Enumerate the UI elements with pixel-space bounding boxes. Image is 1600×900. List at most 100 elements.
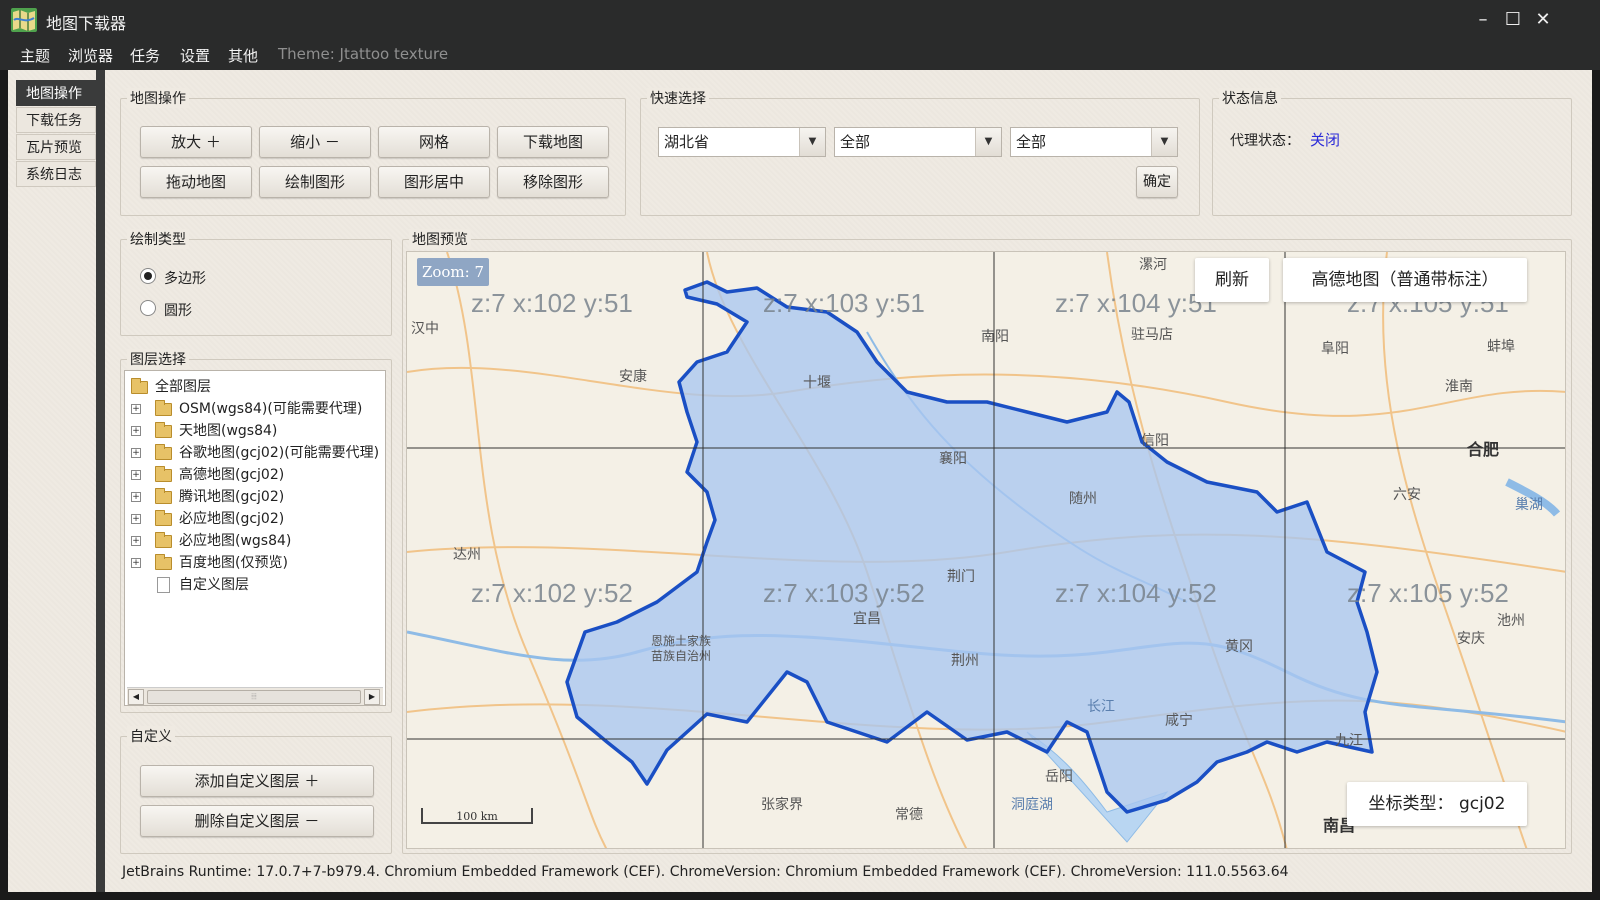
city-label: 合肥 bbox=[1467, 440, 1500, 459]
zoom-in-button[interactable]: 放大 ＋ bbox=[140, 126, 252, 158]
menu-browser[interactable]: 浏览器 bbox=[68, 45, 113, 66]
maximize-button[interactable]: ☐ bbox=[1500, 8, 1526, 32]
tab-download-tasks[interactable]: 下载任务 bbox=[16, 107, 96, 133]
minimize-button[interactable]: – bbox=[1470, 8, 1496, 32]
center-shape-button[interactable]: 图形居中 bbox=[378, 166, 490, 198]
tab-map-ops[interactable]: 地图操作 bbox=[16, 80, 96, 106]
city-label: 随州 bbox=[1069, 491, 1097, 507]
folder-open-icon bbox=[131, 378, 148, 394]
expand-icon[interactable]: + bbox=[131, 426, 141, 436]
city-label: 信阳 bbox=[1141, 433, 1169, 449]
menu-settings[interactable]: 设置 bbox=[180, 45, 210, 66]
add-custom-layer-button[interactable]: 添加自定义图层 ＋ bbox=[140, 765, 374, 797]
map-canvas[interactable]: Zoom: 7 z:7 x:102 y:51 z:7 x:103 y:51 z:… bbox=[406, 251, 1566, 849]
city-label: 六安 bbox=[1393, 487, 1421, 503]
menu-other[interactable]: 其他 bbox=[228, 45, 258, 66]
province-select[interactable]: 湖北省 ▼ bbox=[658, 127, 826, 157]
status-info-title: 状态信息 bbox=[1219, 88, 1281, 108]
menu-tasks[interactable]: 任务 bbox=[130, 45, 160, 66]
city-label: 达州 bbox=[453, 547, 481, 563]
tree-item-label: 谷歌地图(gcj02)(可能需要代理) bbox=[179, 445, 380, 461]
tile-label: z:7 x:103 y:52 bbox=[763, 578, 925, 608]
river-label: 长江 bbox=[1087, 699, 1115, 715]
close-button[interactable]: ✕ bbox=[1530, 8, 1556, 32]
district-select[interactable]: 全部 ▼ bbox=[1010, 127, 1178, 157]
coord-type-button[interactable]: 坐标类型： gcj02 bbox=[1347, 782, 1527, 826]
map-preview-title: 地图预览 bbox=[409, 229, 471, 249]
chevron-down-icon[interactable]: ▼ bbox=[1151, 128, 1177, 156]
expand-icon[interactable]: + bbox=[131, 448, 141, 458]
lake-label: 洞庭湖 bbox=[1011, 797, 1053, 813]
download-map-button[interactable]: 下载地图 bbox=[497, 126, 609, 158]
city-label: 张家界 bbox=[761, 797, 803, 813]
side-tab-bar: 地图操作 下载任务 瓦片预览 系统日志 bbox=[10, 72, 98, 187]
expand-icon[interactable]: + bbox=[131, 470, 141, 480]
city-label: 汉中 bbox=[411, 321, 439, 337]
city-label: 襄阳 bbox=[939, 451, 967, 467]
scroll-left-icon[interactable]: ◀ bbox=[128, 689, 144, 705]
drag-map-button[interactable]: 拖动地图 bbox=[140, 166, 252, 198]
expand-icon[interactable]: + bbox=[131, 514, 141, 524]
folder-icon bbox=[155, 444, 172, 460]
grid-button[interactable]: 网格 bbox=[378, 126, 490, 158]
province-value: 湖北省 bbox=[664, 133, 710, 151]
tile-label: z:7 x:102 y:52 bbox=[471, 578, 633, 608]
expand-icon[interactable]: + bbox=[131, 492, 141, 502]
city-label: 淮南 bbox=[1445, 379, 1473, 395]
city-label: 安庆 bbox=[1457, 631, 1485, 647]
city-label: 蚌埠 bbox=[1487, 339, 1515, 355]
city-label: 南阳 bbox=[981, 329, 1009, 345]
draw-shape-button[interactable]: 绘制图形 bbox=[259, 166, 371, 198]
scroll-thumb[interactable]: ⦙⦙⦙ bbox=[147, 690, 361, 704]
chevron-down-icon[interactable]: ▼ bbox=[975, 128, 1001, 156]
menu-theme[interactable]: 主题 bbox=[20, 45, 50, 66]
tree-item-label: 必应地图(gcj02) bbox=[179, 511, 285, 527]
city-value: 全部 bbox=[840, 133, 871, 151]
scale-bar: 100 km bbox=[421, 808, 533, 824]
chevron-down-icon[interactable]: ▼ bbox=[799, 128, 825, 156]
custom-title: 自定义 bbox=[127, 726, 175, 746]
tile-label: z:7 x:104 y:51 bbox=[1055, 288, 1217, 318]
tree-item-label: 高德地图(gcj02) bbox=[179, 467, 285, 483]
city-label: 宜昌 bbox=[853, 611, 881, 627]
folder-icon bbox=[155, 532, 172, 548]
folder-icon bbox=[155, 554, 172, 570]
tree-item-label: 天地图(wgs84) bbox=[179, 423, 278, 439]
remove-custom-layer-button[interactable]: 删除自定义图层 － bbox=[140, 805, 374, 837]
tree-item-label: OSM(wgs84)(可能需要代理) bbox=[179, 401, 363, 417]
expand-icon[interactable]: + bbox=[131, 404, 141, 414]
layer-tree[interactable]: 全部图层 + OSM(wgs84)(可能需要代理) + 天地图(wgs84) + 谷歌地图… bbox=[124, 370, 386, 706]
title-bar: 地图下载器 – ☐ ✕ bbox=[0, 0, 1600, 40]
scroll-right-icon[interactable]: ▶ bbox=[364, 689, 380, 705]
city-label: 荆州 bbox=[951, 653, 979, 669]
tile-label: z:7 x:102 y:51 bbox=[471, 288, 633, 318]
city-label: 常德 bbox=[895, 807, 923, 823]
tile-label: z:7 x:105 y:52 bbox=[1347, 578, 1509, 608]
refresh-button[interactable]: 刷新 bbox=[1195, 258, 1269, 302]
tree-item-label: 百度地图(仅预览) bbox=[179, 555, 288, 571]
polygon-radio[interactable] bbox=[140, 268, 156, 284]
tile-label: z:7 x:104 y:52 bbox=[1055, 578, 1217, 608]
city-label: 池州 bbox=[1497, 613, 1525, 629]
proxy-status-value[interactable]: 关闭 bbox=[1310, 129, 1340, 150]
city-select[interactable]: 全部 ▼ bbox=[834, 127, 1002, 157]
city-label: 驻马店 bbox=[1131, 327, 1173, 343]
lake-label: 巢湖 bbox=[1515, 497, 1543, 513]
city-label: 九江 bbox=[1335, 733, 1363, 749]
tab-divider bbox=[96, 70, 105, 892]
draw-type-group: 绘制类型 bbox=[120, 229, 392, 336]
folder-icon bbox=[155, 510, 172, 526]
remove-shape-button[interactable]: 移除图形 bbox=[497, 166, 609, 198]
tree-horizontal-scrollbar[interactable]: ◀ ⦙⦙⦙ ▶ bbox=[127, 687, 383, 705]
file-icon bbox=[157, 577, 170, 593]
app-map-icon bbox=[11, 8, 37, 32]
tab-system-log[interactable]: 系统日志 bbox=[16, 161, 96, 187]
expand-icon[interactable]: + bbox=[131, 558, 141, 568]
zoom-out-button[interactable]: 缩小 － bbox=[259, 126, 371, 158]
city-label: 荆门 bbox=[947, 569, 975, 585]
expand-icon[interactable]: + bbox=[131, 536, 141, 546]
tab-tile-preview[interactable]: 瓦片预览 bbox=[16, 134, 96, 160]
circle-radio[interactable] bbox=[140, 300, 156, 316]
map-source-button[interactable]: 高德地图（普通带标注） bbox=[1283, 258, 1527, 302]
confirm-button[interactable]: 确定 bbox=[1136, 166, 1178, 198]
